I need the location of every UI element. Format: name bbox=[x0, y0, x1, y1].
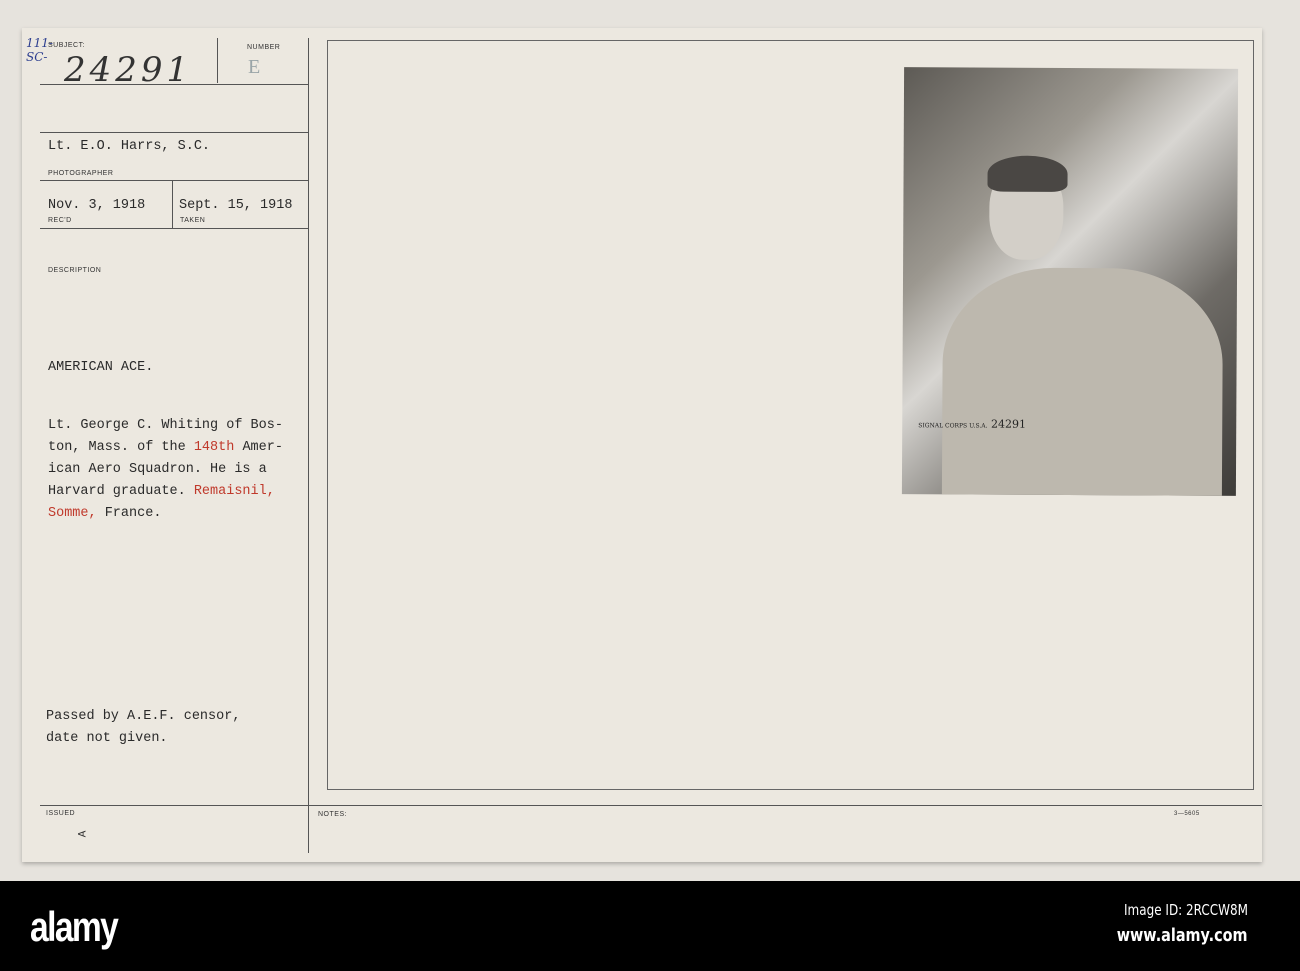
issued-label: ISSUED bbox=[46, 810, 76, 817]
photographer-name: Lt. E.O. Harrs, S.C. bbox=[48, 139, 211, 154]
number-value: E bbox=[248, 56, 261, 78]
issued-mark: A bbox=[77, 830, 90, 838]
text: France. bbox=[96, 506, 162, 521]
divider bbox=[40, 132, 308, 133]
form-number: 3—5605 bbox=[1174, 811, 1200, 817]
censor-line: date not given. bbox=[46, 731, 168, 746]
text: Lt. George C. Whiting of Bos- bbox=[48, 418, 283, 433]
divider bbox=[40, 84, 308, 85]
desc-line: Lt. George C. Whiting of Bos- bbox=[48, 415, 283, 437]
censor-note: Passed by A.E.F. censor, date not given. bbox=[46, 706, 240, 750]
image-id: Image ID: 2RCCW8M bbox=[1123, 901, 1248, 919]
archival-photo-card: SUBJECT: 111- SC- 24291 NUMBER E Lt. E.O… bbox=[22, 28, 1262, 862]
received-label: REC'D bbox=[48, 217, 72, 224]
portrait-photo: SIGNAL CORPS U.S.A. 24291 bbox=[901, 67, 1239, 496]
text: ican Aero Squadron. He is a bbox=[48, 462, 267, 477]
footer-bar: alamy Image ID: 2RCCW8M www.alamy.com bbox=[0, 881, 1300, 971]
hair bbox=[987, 155, 1068, 192]
taken-date: Sept. 15, 1918 bbox=[179, 198, 293, 213]
bottom-divider bbox=[40, 805, 1262, 806]
censor-line: Passed by A.E.F. censor, bbox=[46, 709, 241, 724]
taken-label: TAKEN bbox=[180, 217, 206, 224]
divider bbox=[40, 228, 308, 229]
subject-label: SUBJECT: bbox=[48, 42, 86, 49]
place-name: Remaisnil, bbox=[193, 484, 275, 499]
place-name: Somme, bbox=[48, 506, 97, 521]
heading: AMERICAN ACE. bbox=[48, 360, 154, 375]
site-url: www.alamy.com bbox=[1117, 925, 1248, 946]
desc-line: Harvard graduate. Remaisnil, bbox=[48, 481, 283, 503]
divider bbox=[217, 38, 218, 83]
stamp-text: SIGNAL CORPS U.S.A. bbox=[918, 422, 988, 430]
uniform bbox=[941, 267, 1224, 496]
notes-label: NOTES: bbox=[318, 811, 348, 818]
photo-stamp: SIGNAL CORPS U.S.A. 24291 bbox=[918, 417, 1026, 431]
squadron-number: 148th bbox=[193, 440, 235, 455]
description-text: Lt. George C. Whiting of Bos- ton, Mass.… bbox=[48, 415, 283, 525]
column-divider bbox=[308, 38, 309, 853]
desc-line: Somme, France. bbox=[48, 503, 283, 525]
photo-number: 24291 bbox=[991, 417, 1027, 431]
desc-line: ton, Mass. of the 148th Amer- bbox=[48, 437, 283, 459]
divider bbox=[172, 181, 173, 229]
text: Harvard graduate. bbox=[48, 484, 194, 499]
photographer-label: PHOTOGRAPHER bbox=[48, 170, 114, 177]
number-label: NUMBER bbox=[247, 44, 281, 51]
description-label: DESCRIPTION bbox=[48, 267, 102, 274]
received-date: Nov. 3, 1918 bbox=[48, 198, 146, 213]
text: ton, Mass. of the bbox=[48, 440, 194, 455]
alamy-logo: alamy bbox=[30, 903, 119, 950]
text: Amer- bbox=[234, 440, 283, 455]
divider bbox=[40, 180, 308, 181]
subject-prefix: 111- SC- bbox=[26, 36, 53, 64]
desc-line: ican Aero Squadron. He is a bbox=[48, 459, 283, 481]
